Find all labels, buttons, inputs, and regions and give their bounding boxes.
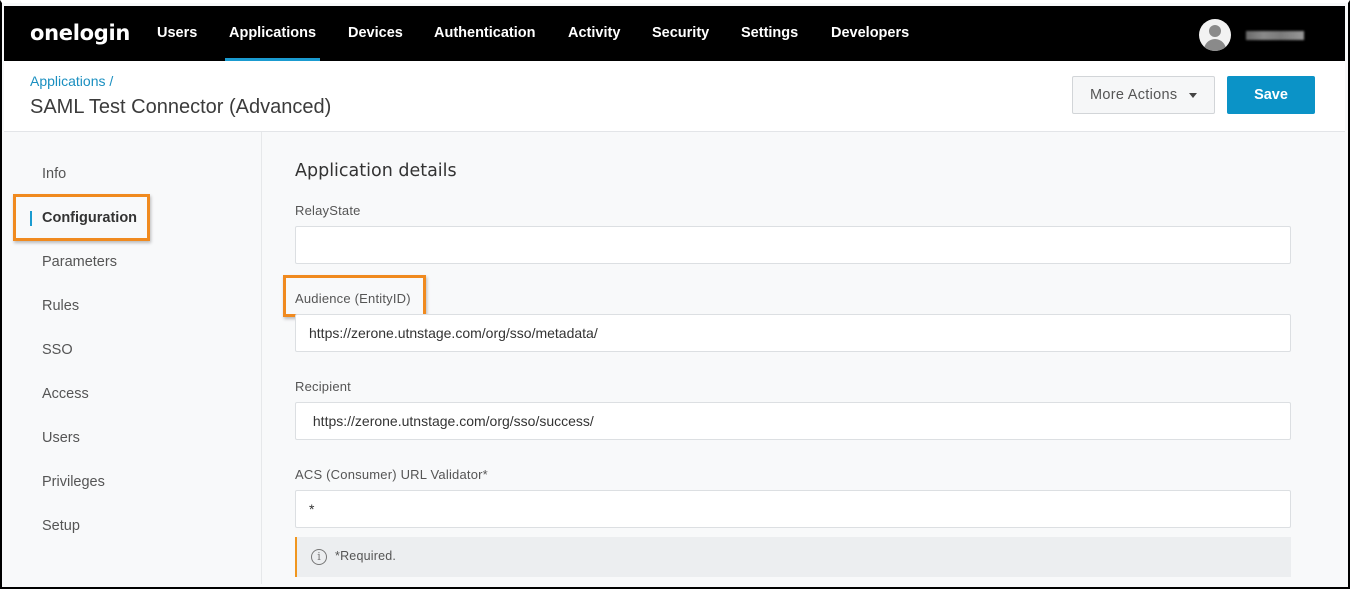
sidebar: Info Configuration Parameters Rules SSO …	[4, 132, 262, 584]
more-actions-button[interactable]: More Actions	[1072, 76, 1215, 114]
top-navigation-bar: onelogin Users Applications Devices Auth…	[4, 6, 1345, 61]
sidebar-item-users[interactable]: Users	[42, 430, 80, 446]
avatar-body	[1204, 39, 1226, 51]
nav-item-authentication[interactable]: Authentication	[434, 6, 536, 61]
required-notice: i *Required.	[295, 537, 1291, 577]
sidebar-item-info[interactable]: Info	[42, 166, 66, 182]
nav-item-devices[interactable]: Devices	[348, 6, 403, 61]
caret-down-icon	[1189, 93, 1197, 98]
breadcrumb-applications[interactable]: Applications /	[30, 73, 113, 89]
page-header: Applications / SAML Test Connector (Adva…	[4, 61, 1345, 132]
avatar-head	[1209, 25, 1221, 37]
sidebar-item-parameters[interactable]: Parameters	[42, 254, 117, 270]
app-window: onelogin Users Applications Devices Auth…	[0, 0, 1350, 589]
audience-input[interactable]	[295, 314, 1291, 352]
user-avatar-icon[interactable]	[1199, 19, 1231, 51]
recipient-label: Recipient	[295, 379, 351, 394]
acs-url-validator-input[interactable]	[295, 490, 1291, 528]
more-actions-label: More Actions	[1090, 87, 1178, 103]
section-title: Application details	[295, 161, 457, 181]
sidebar-item-setup[interactable]: Setup	[42, 518, 80, 534]
sidebar-item-access[interactable]: Access	[42, 386, 89, 402]
audience-label: Audience (EntityID)	[295, 291, 411, 306]
sidebar-item-configuration[interactable]: Configuration	[42, 210, 137, 226]
nav-item-settings[interactable]: Settings	[741, 6, 798, 61]
sidebar-item-sso[interactable]: SSO	[42, 342, 73, 358]
active-indicator	[30, 211, 32, 226]
save-button[interactable]: Save	[1227, 76, 1315, 114]
app-content: onelogin Users Applications Devices Auth…	[4, 6, 1345, 584]
nav-item-activity[interactable]: Activity	[568, 6, 620, 61]
relaystate-input[interactable]	[295, 226, 1291, 264]
page-title: SAML Test Connector (Advanced)	[30, 96, 332, 118]
main-content: Application details RelayState Audience …	[263, 132, 1345, 584]
nav-item-applications[interactable]: Applications	[224, 6, 321, 61]
required-notice-text: *Required.	[335, 549, 397, 563]
onelogin-logo[interactable]: onelogin	[30, 21, 130, 45]
relaystate-label: RelayState	[295, 203, 361, 218]
nav-item-security[interactable]: Security	[652, 6, 709, 61]
nav-item-developers[interactable]: Developers	[831, 6, 909, 61]
sidebar-item-privileges[interactable]: Privileges	[42, 474, 105, 490]
username-redacted[interactable]	[1246, 31, 1304, 40]
nav-item-users[interactable]: Users	[157, 6, 197, 61]
sidebar-item-rules[interactable]: Rules	[42, 298, 79, 314]
acs-url-validator-label: ACS (Consumer) URL Validator*	[295, 467, 488, 482]
recipient-input[interactable]	[295, 402, 1291, 440]
info-icon: i	[311, 549, 327, 565]
